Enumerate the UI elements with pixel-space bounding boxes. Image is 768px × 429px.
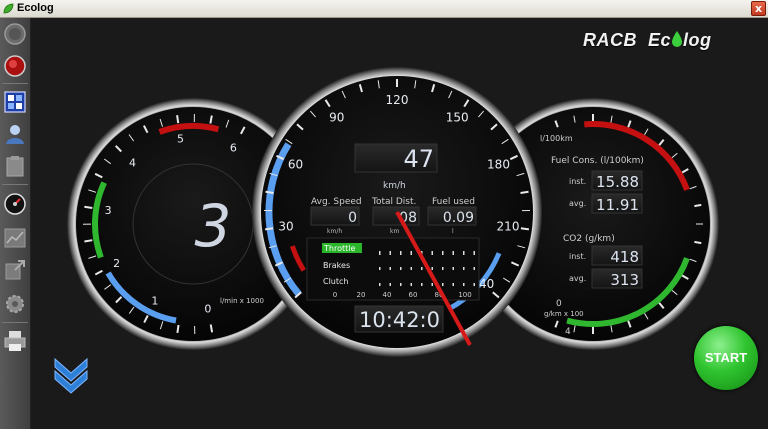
tach-label: 2: [113, 257, 120, 270]
fuel-cons-label: Fuel Cons. (l/100km): [551, 156, 644, 166]
pedal-scale-label: 20: [357, 291, 366, 299]
speed-label: 90: [329, 111, 344, 125]
pedal-dot: [400, 283, 402, 286]
co2-avg-value: 313: [610, 271, 639, 289]
co2-inst-value: 418: [610, 248, 639, 266]
time-value: 10:42:0: [359, 308, 440, 332]
pedal-dot: [442, 283, 444, 286]
tach-tick: [176, 324, 180, 334]
clutch-label: Clutch: [323, 277, 348, 286]
pedal-dot: [400, 251, 402, 255]
avg-speed-value: 0: [348, 210, 357, 226]
fuel-avg-label: avg.: [569, 199, 586, 208]
total-dist-label: Total Dist.: [371, 197, 416, 207]
pedal-dot: [400, 267, 402, 270]
pedal-dot: [410, 251, 412, 255]
speed-label: 60: [288, 158, 303, 172]
pedal-scale-label: 40: [383, 291, 392, 299]
pedal-dot: [379, 251, 381, 255]
brakes-label: Brakes: [323, 261, 350, 270]
pedal-dot: [473, 267, 475, 270]
tach-tick: [84, 239, 93, 243]
avg-speed-label: Avg. Speed: [311, 197, 362, 207]
avg-speed-unit: km/h: [327, 228, 342, 235]
tach-label: 4: [129, 157, 136, 170]
speed-tick: [520, 227, 530, 231]
tach-tick: [84, 205, 93, 209]
fuel-tick-4: 4: [565, 327, 571, 337]
dashboard-gauges: l/100km Fuel Cons. (l/100km) inst. 15.88…: [67, 67, 719, 357]
tach-label: 6: [230, 142, 237, 155]
pedal-dot: [431, 267, 433, 270]
speed-label: 180: [487, 158, 510, 172]
speed-label: 120: [386, 93, 409, 107]
pedal-dot: [379, 267, 381, 270]
pedal-dot: [389, 251, 391, 255]
fuel-tick-0: 0: [556, 299, 562, 309]
speed-tick: [520, 190, 529, 194]
fuel-used-value: 0.09: [443, 210, 474, 226]
pedal-dot: [410, 267, 412, 270]
speed-tick: [264, 227, 274, 231]
tach-tick: [176, 115, 180, 124]
pedal-scale-label: 100: [458, 291, 471, 299]
tach-label: 3: [105, 204, 112, 217]
chevron-down-icon[interactable]: [53, 355, 89, 395]
pedal-dot: [473, 251, 475, 255]
speed-value: 47: [403, 145, 434, 173]
pedal-dot: [463, 267, 465, 270]
speedometer: 0306090120150180210240 10050050100 1/11/…: [252, 67, 542, 357]
fuel-top-unit: l/100km: [540, 134, 573, 143]
fuel-inst-label: inst.: [569, 177, 586, 186]
tach-label: 0: [204, 302, 211, 315]
speed-label: 210: [497, 220, 520, 234]
pedal-scale-label: 60: [409, 291, 418, 299]
tach-tick: [209, 115, 213, 124]
pedal-dot: [410, 283, 412, 286]
pedal-dot: [389, 267, 391, 270]
pedal-dot: [463, 251, 465, 255]
pedal-dot: [463, 283, 465, 286]
pedal-dot: [421, 283, 423, 286]
pedal-dot: [431, 283, 433, 286]
gear-indicator: 3: [195, 192, 232, 260]
pedal-dot: [452, 267, 454, 270]
pedal-dot: [442, 251, 444, 255]
pedal-dot: [379, 283, 381, 286]
tach-tick: [209, 324, 214, 333]
pedal-dot: [431, 251, 433, 255]
fuel-avg-value: 11.91: [596, 196, 639, 214]
fuel-used-label: Fuel used: [432, 197, 475, 207]
speed-label: 30: [278, 220, 293, 234]
speed-unit: km/h: [383, 181, 406, 191]
pedal-dot: [452, 283, 454, 286]
pedal-dot: [473, 283, 475, 286]
fuel-inst-value: 15.88: [596, 173, 639, 191]
total-dist-unit: km: [390, 228, 399, 235]
co2-label: CO2 (g/km): [563, 234, 615, 244]
co2-avg-label: avg.: [569, 274, 586, 283]
pedal-dot: [421, 267, 423, 270]
pedal-scale-label: 0: [333, 291, 337, 299]
tach-label: 1: [151, 295, 158, 308]
co2-inst-label: inst.: [569, 252, 586, 261]
pedal-dot: [452, 251, 454, 255]
throttle-label: Throttle: [323, 244, 355, 253]
fuel-bottom-unit: g/km x 100: [544, 310, 584, 318]
start-button[interactable]: START: [694, 326, 758, 390]
tach-label: 5: [177, 133, 184, 146]
speed-tick: [265, 190, 274, 194]
speed-label: 150: [446, 111, 469, 125]
fuel-tick: [694, 240, 702, 245]
pedal-dot: [442, 267, 444, 270]
tach-unit: l/min x 1000: [220, 297, 264, 305]
pedal-dot: [389, 283, 391, 286]
fuel-tick: [694, 203, 702, 208]
